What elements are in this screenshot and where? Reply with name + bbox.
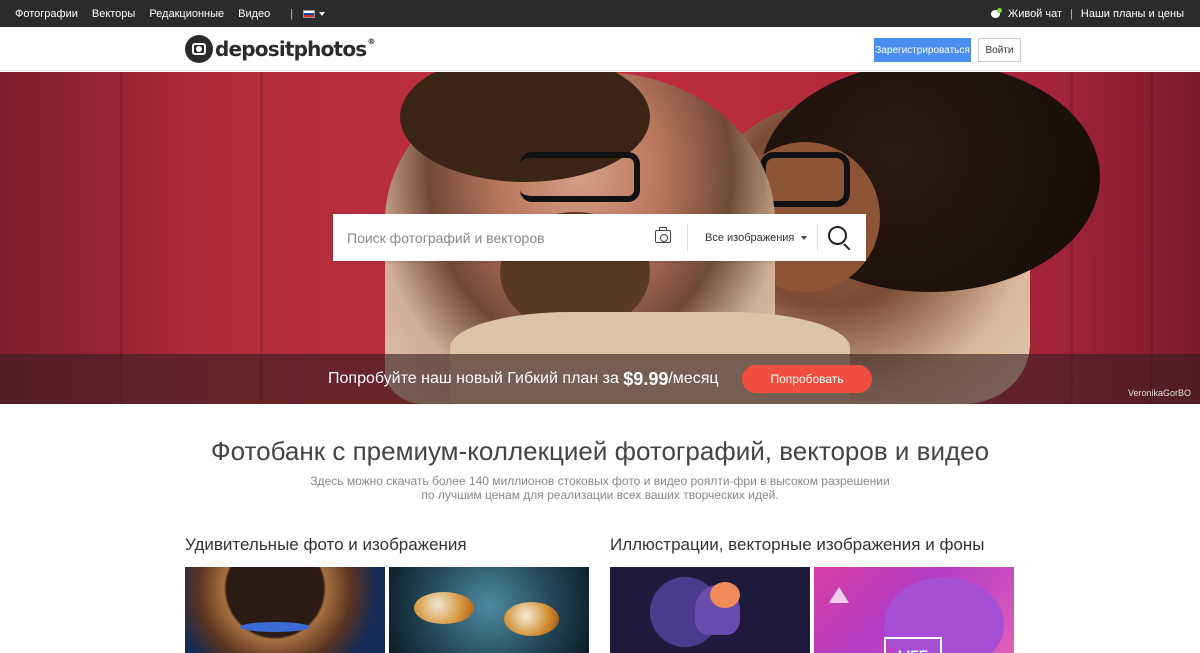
search-icon[interactable]: [827, 225, 853, 251]
camera-search-icon[interactable]: [655, 227, 671, 243]
photo-thumbnail-fish[interactable]: [389, 567, 589, 653]
chevron-down-icon: [801, 235, 808, 240]
nav-video-link[interactable]: Видео: [238, 8, 270, 20]
nav-photos-link[interactable]: Фотографии: [15, 8, 78, 20]
login-button[interactable]: Войти: [978, 38, 1021, 62]
illustration-thumbnail-reading-girl[interactable]: [610, 567, 810, 653]
camera-logo-icon: [185, 35, 213, 63]
live-chat-link[interactable]: Живой чат: [1008, 8, 1062, 20]
plans-pricing-link[interactable]: Наши планы и цены: [1081, 8, 1184, 20]
depositphotos-logo[interactable]: depositphotos®: [185, 35, 375, 63]
illustrations-section-title[interactable]: Иллюстрации, векторные изображения и фон…: [610, 535, 985, 555]
link-separator: |: [1070, 7, 1073, 20]
logo-text: depositphotos®: [215, 37, 375, 61]
language-selector[interactable]: [303, 9, 326, 18]
try-plan-button[interactable]: Попробовать: [742, 365, 872, 393]
chat-icon: [991, 8, 1003, 19]
search-input[interactable]: [333, 214, 643, 261]
divider: [687, 224, 688, 251]
photo-credit: VeronikaGorBO: [1127, 388, 1191, 398]
top-right-links: Живой чат | Наши планы и цены: [991, 0, 1184, 27]
nav-vectors-link[interactable]: Векторы: [92, 8, 135, 20]
divider: [817, 224, 818, 251]
nav-separator: |: [290, 7, 294, 20]
thumbnail-caption: LIFE: [884, 637, 942, 653]
image-type-dropdown[interactable]: Все изображения: [705, 214, 808, 261]
promo-price: $9.99: [623, 368, 669, 389]
nav-editorial-link[interactable]: Редакционные: [149, 8, 224, 20]
search-bar: Все изображения: [333, 214, 866, 261]
promo-strip: Попробуйте наш новый Гибкий план за $9.9…: [0, 354, 1200, 404]
top-nav-bar: Фотографии Векторы Редакционные Видео | …: [0, 0, 1200, 27]
hero-banner: Все изображения Попробуйте наш новый Гиб…: [0, 72, 1200, 404]
illustration-thumbnail-abstract[interactable]: LIFE: [814, 567, 1014, 653]
page-subtitle: Здесь можно скачать более 140 миллионов …: [310, 474, 890, 502]
photos-section-title[interactable]: Удивительные фото и изображения: [185, 535, 467, 555]
photo-thumbnail-portrait[interactable]: [185, 567, 385, 653]
site-header: depositphotos® Зарегистрироваться Войти: [0, 27, 1200, 71]
category-nav: Фотографии Векторы Редакционные Видео |: [15, 0, 326, 27]
caret-down-icon: [319, 11, 326, 16]
promo-text: Попробуйте наш новый Гибкий план за $9.9…: [328, 368, 719, 389]
image-type-label: Все изображения: [705, 231, 795, 244]
page-title: Фотобанк с премиум-коллекцией фотографий…: [210, 436, 990, 466]
russia-flag-icon: [303, 9, 316, 18]
register-button[interactable]: Зарегистрироваться: [874, 38, 971, 62]
